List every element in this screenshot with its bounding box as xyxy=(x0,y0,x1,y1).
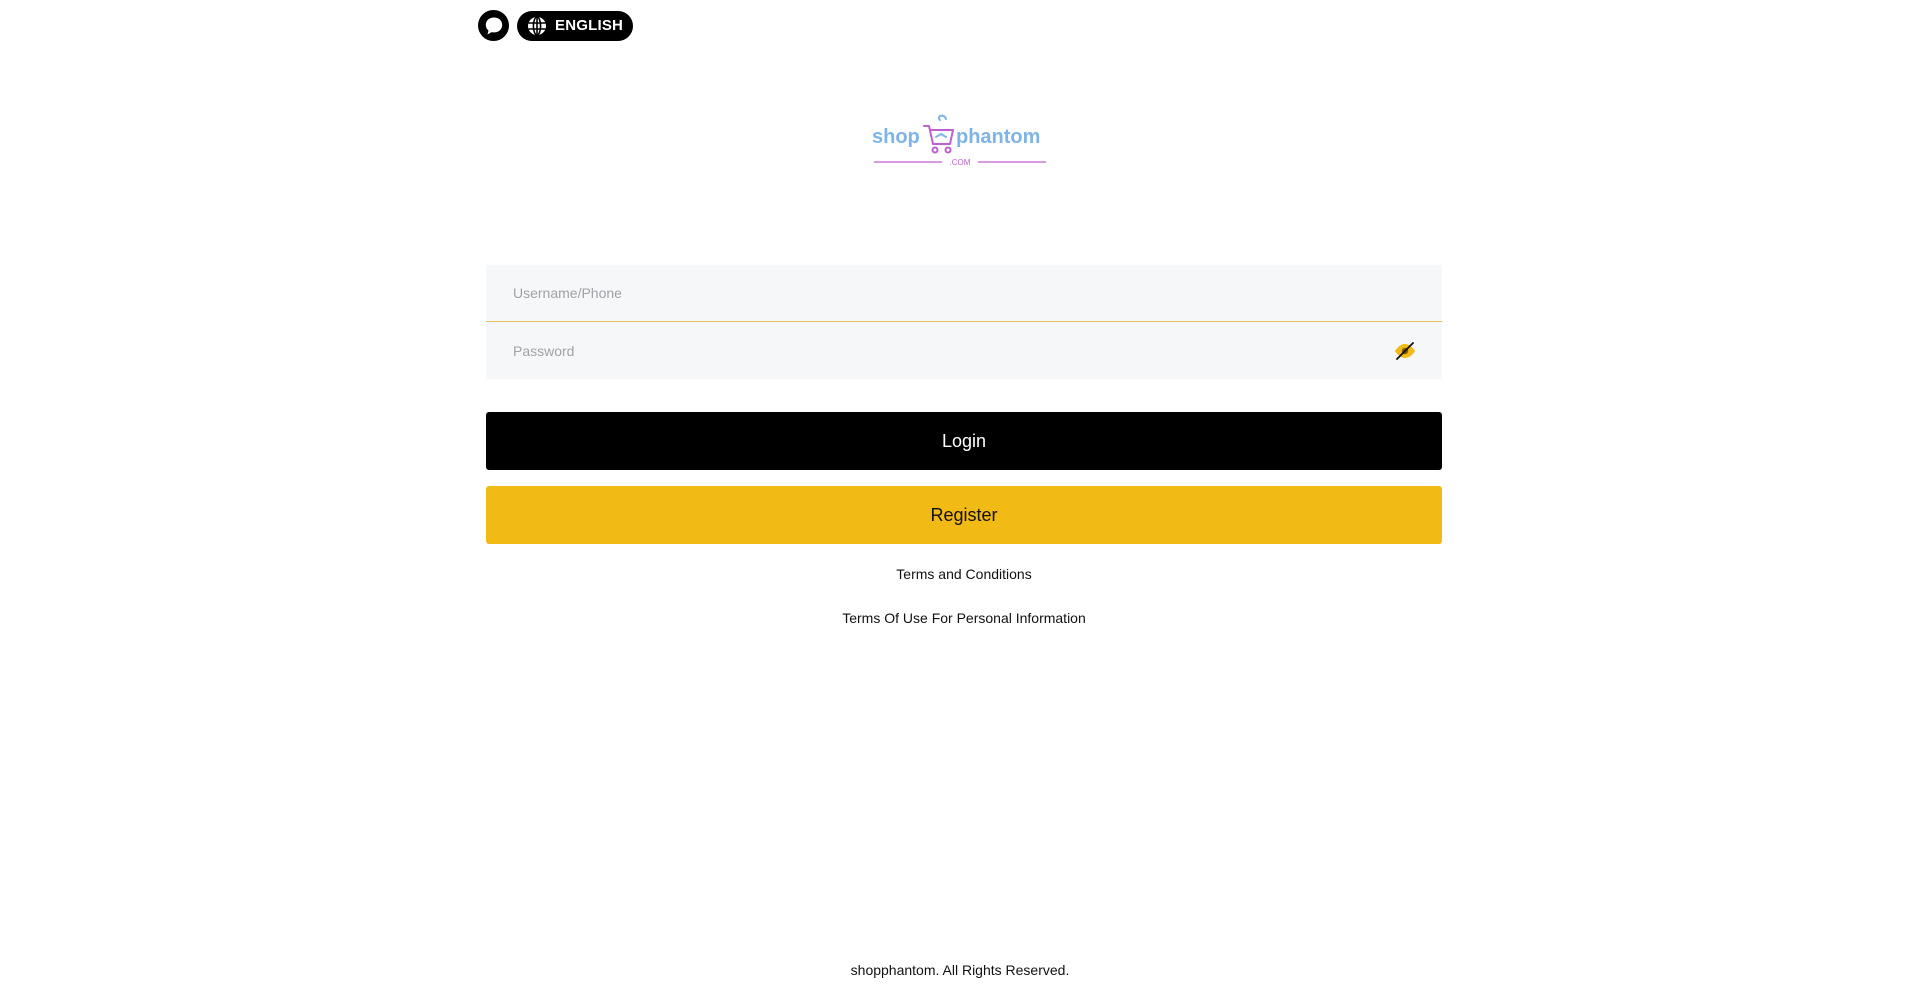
privacy-terms-link[interactable]: Terms Of Use For Personal Information xyxy=(486,610,1442,626)
login-button[interactable]: Login xyxy=(486,412,1442,470)
chat-bubble-icon xyxy=(485,17,502,34)
brand-logo: shop phantom .COM xyxy=(870,110,1050,175)
logo-text-sub: .COM xyxy=(950,158,971,167)
username-field-wrapper xyxy=(486,265,1442,322)
password-field-wrapper xyxy=(486,322,1442,379)
terms-link[interactable]: Terms and Conditions xyxy=(486,566,1442,582)
top-bar: ENGLISH xyxy=(478,10,634,41)
globe-icon xyxy=(527,15,547,36)
footer-copyright: shopphantom. All Rights Reserved. xyxy=(850,962,1070,978)
username-input[interactable] xyxy=(486,265,1442,321)
eye-slash-icon[interactable] xyxy=(1393,339,1417,363)
customer-support-button[interactable] xyxy=(478,10,509,41)
login-form: Login Register Terms and Conditions Term… xyxy=(486,265,1442,626)
logo-text-left: shop xyxy=(872,126,920,148)
legal-links: Terms and Conditions Terms Of Use For Pe… xyxy=(486,566,1442,626)
password-input[interactable] xyxy=(486,322,1442,379)
logo-text-right: phantom xyxy=(956,126,1040,148)
login-page: ENGLISH shop phantom .COM Username/Phone… xyxy=(0,0,1920,993)
shopping-cart-icon xyxy=(923,114,954,154)
language-selector[interactable]: ENGLISH xyxy=(517,10,634,41)
register-button[interactable]: Register xyxy=(486,486,1442,544)
language-label: ENGLISH xyxy=(555,17,624,34)
